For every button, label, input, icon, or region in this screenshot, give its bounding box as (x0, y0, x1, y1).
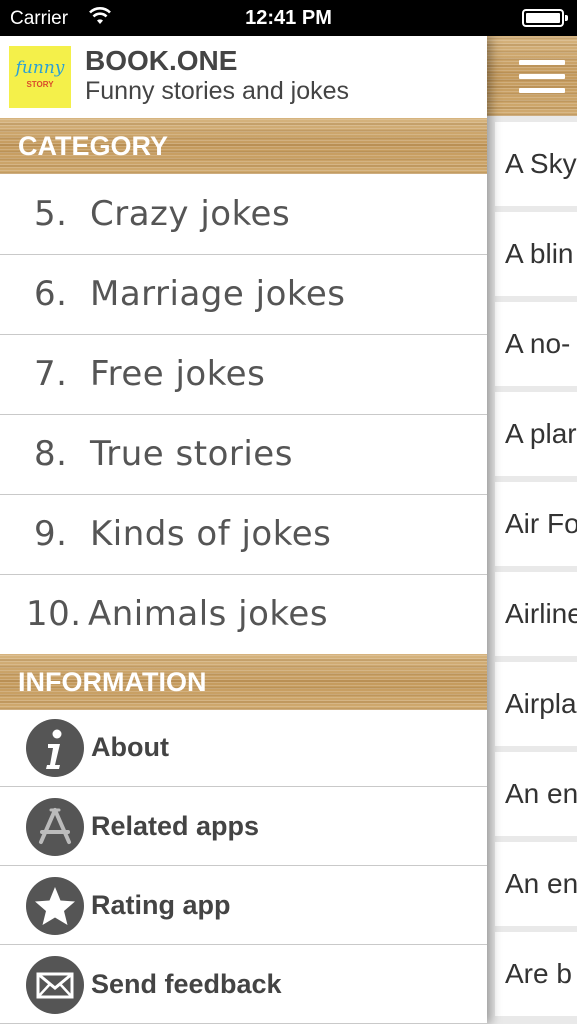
main-top-bar (487, 36, 577, 116)
app-store-icon (26, 798, 84, 856)
joke-list: A Sky A blin A no- A plar Air Fo Airline… (495, 122, 577, 1022)
list-item[interactable]: A blin (495, 212, 577, 296)
app-header: funny STORY BOOK.ONE Funny stories and j… (0, 36, 487, 116)
category-number: 5. (34, 194, 68, 234)
category-label: Marriage jokes (90, 274, 346, 314)
logo-text-top: funny (15, 58, 65, 78)
list-item[interactable]: A plar (495, 392, 577, 476)
information-section-header: INFORMATION (0, 654, 487, 710)
category-number: 10. (26, 594, 82, 634)
category-label: Free jokes (90, 354, 266, 394)
category-number: 7. (34, 354, 68, 394)
category-label: Kinds of jokes (90, 514, 332, 554)
category-item-true-stories[interactable]: 8. True stories (0, 415, 487, 495)
app-title: BOOK.ONE (85, 45, 238, 76)
info-item-rating-app[interactable]: Rating app (0, 866, 487, 945)
category-number: 8. (34, 434, 68, 474)
category-label: Crazy jokes (90, 194, 291, 234)
star-icon (26, 877, 84, 935)
category-item-kinds-of-jokes[interactable]: 9. Kinds of jokes (0, 495, 487, 575)
category-section-header: CATEGORY (0, 118, 487, 174)
list-item[interactable]: Are b (495, 932, 577, 1016)
clock: 12:41 PM (245, 7, 332, 29)
category-item-crazy-jokes[interactable]: 5. Crazy jokes (0, 175, 487, 255)
category-number: 9. (34, 514, 68, 554)
info-item-send-feedback[interactable]: Send feedback (0, 945, 487, 1024)
info-item-related-apps[interactable]: Related apps (0, 787, 487, 866)
information-list: About Related apps Rating app Send feedb… (0, 708, 487, 1024)
category-list: 5. Crazy jokes 6. Marriage jokes 7. Free jo… (0, 175, 487, 655)
hamburger-menu-icon[interactable] (519, 58, 565, 94)
info-item-about[interactable]: About (0, 708, 487, 787)
info-label: Related apps (91, 811, 260, 841)
category-number: 6. (34, 274, 68, 314)
list-item[interactable]: An en (495, 842, 577, 926)
list-item[interactable]: A no- (495, 302, 577, 386)
info-label: Rating app (91, 890, 231, 920)
list-item[interactable]: A Sky (495, 122, 577, 206)
info-icon (26, 719, 84, 777)
side-drawer: funny STORY BOOK.ONE Funny stories and j… (0, 36, 487, 1024)
category-item-marriage-jokes[interactable]: 6. Marriage jokes (0, 255, 487, 335)
list-item[interactable]: Air Fo (495, 482, 577, 566)
info-label: About (91, 732, 169, 762)
main-panel: A Sky A blin A no- A plar Air Fo Airline… (487, 36, 577, 1024)
category-label: Animals jokes (88, 594, 329, 634)
battery-icon (522, 9, 568, 27)
status-bar: Carrier 12:41 PM (0, 0, 577, 36)
list-item[interactable]: An en (495, 752, 577, 836)
category-item-animals-jokes[interactable]: 10. Animals jokes (0, 575, 487, 655)
app-logo: funny STORY (9, 46, 71, 108)
info-label: Send feedback (91, 969, 282, 999)
category-label: True stories (90, 434, 293, 474)
app-subtitle: Funny stories and jokes (85, 77, 350, 105)
envelope-icon (26, 956, 84, 1014)
logo-text-bottom: STORY (26, 80, 54, 89)
list-item[interactable]: Airpla (495, 662, 577, 746)
list-item[interactable]: Airline (495, 572, 577, 656)
category-item-free-jokes[interactable]: 7. Free jokes (0, 335, 487, 415)
